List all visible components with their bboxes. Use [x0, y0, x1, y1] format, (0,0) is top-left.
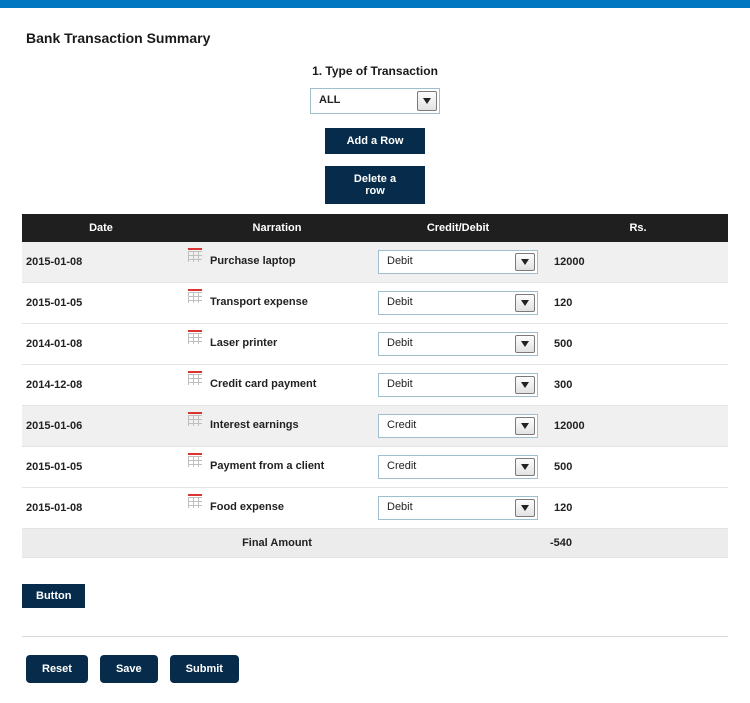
- cell-date: 2015-01-08: [22, 242, 182, 283]
- calendar-icon[interactable]: [188, 371, 202, 385]
- top-accent-bar: [0, 0, 750, 8]
- table-row: 2014-12-08 Credit card payment Debit 300: [22, 365, 728, 406]
- cell-credit-debit: Debit: [372, 488, 544, 529]
- cell-amount: 300: [544, 365, 728, 406]
- cell-credit-debit: Credit: [372, 447, 544, 488]
- credit-debit-value: Credit: [379, 415, 513, 437]
- table-row: 2014-01-08 Laser printer Debit 500: [22, 324, 728, 365]
- transaction-type-label: 1. Type of Transaction: [22, 64, 728, 88]
- cell-narration: Interest earnings: [182, 406, 372, 447]
- col-credit-debit: Credit/Debit: [372, 214, 544, 242]
- cell-credit-debit: Debit: [372, 242, 544, 283]
- calendar-icon[interactable]: [188, 412, 202, 426]
- table-row: 2015-01-08 Purchase laptop Debit 12000: [22, 242, 728, 283]
- cell-amount: 500: [544, 324, 728, 365]
- calendar-icon[interactable]: [188, 289, 202, 303]
- credit-debit-value: Debit: [379, 374, 513, 396]
- chevron-down-icon[interactable]: [417, 91, 437, 111]
- credit-debit-value: Credit: [379, 456, 513, 478]
- cell-amount: 12000: [544, 242, 728, 283]
- chevron-down-icon[interactable]: [515, 253, 535, 271]
- transaction-type-select[interactable]: ALL: [310, 88, 440, 114]
- cell-narration: Credit card payment: [182, 365, 372, 406]
- chevron-down-icon[interactable]: [515, 335, 535, 353]
- cell-amount: 12000: [544, 406, 728, 447]
- final-amount-label: Final Amount: [182, 529, 372, 558]
- transactions-table: Date Narration Credit/Debit Rs. 2015-01-…: [22, 214, 728, 558]
- table-row: 2015-01-06 Interest earnings Credit 12000: [22, 406, 728, 447]
- cell-amount: 120: [544, 488, 728, 529]
- transaction-type-value: ALL: [311, 89, 415, 113]
- page-title: Bank Transaction Summary: [22, 8, 728, 64]
- cell-credit-debit: Debit: [372, 365, 544, 406]
- reset-button[interactable]: Reset: [26, 655, 88, 683]
- cell-date: 2015-01-08: [22, 488, 182, 529]
- calendar-icon[interactable]: [188, 453, 202, 467]
- cell-credit-debit: Debit: [372, 283, 544, 324]
- chevron-down-icon[interactable]: [515, 458, 535, 476]
- col-narration: Narration: [182, 214, 372, 242]
- narration-text: Credit card payment: [210, 378, 316, 390]
- final-amount-row: Final Amount -540: [22, 529, 728, 558]
- calendar-icon[interactable]: [188, 248, 202, 262]
- cell-amount: 500: [544, 447, 728, 488]
- chevron-down-icon[interactable]: [515, 417, 535, 435]
- cell-date: 2015-01-06: [22, 406, 182, 447]
- cell-narration: Payment from a client: [182, 447, 372, 488]
- credit-debit-value: Debit: [379, 333, 513, 355]
- narration-text: Food expense: [210, 501, 284, 513]
- cell-date: 2014-12-08: [22, 365, 182, 406]
- table-row: 2015-01-05 Payment from a client Credit 500: [22, 447, 728, 488]
- add-row-button[interactable]: Add a Row: [325, 128, 425, 154]
- credit-debit-select[interactable]: Debit: [378, 291, 538, 315]
- narration-text: Laser printer: [210, 337, 277, 349]
- credit-debit-value: Debit: [379, 497, 513, 519]
- narration-text: Payment from a client: [210, 460, 324, 472]
- cell-narration: Laser printer: [182, 324, 372, 365]
- credit-debit-select[interactable]: Debit: [378, 373, 538, 397]
- submit-button[interactable]: Submit: [170, 655, 239, 683]
- final-amount-value: -540: [544, 529, 728, 558]
- table-row: 2015-01-05 Transport expense Debit 120: [22, 283, 728, 324]
- narration-text: Transport expense: [210, 296, 308, 308]
- narration-text: Purchase laptop: [210, 255, 296, 267]
- cell-date: 2014-01-08: [22, 324, 182, 365]
- cell-amount: 120: [544, 283, 728, 324]
- cell-narration: Food expense: [182, 488, 372, 529]
- credit-debit-value: Debit: [379, 251, 513, 273]
- cell-credit-debit: Credit: [372, 406, 544, 447]
- calendar-icon[interactable]: [188, 494, 202, 508]
- table-row: 2015-01-08 Food expense Debit 120: [22, 488, 728, 529]
- credit-debit-select[interactable]: Debit: [378, 250, 538, 274]
- cell-narration: Purchase laptop: [182, 242, 372, 283]
- credit-debit-select[interactable]: Credit: [378, 455, 538, 479]
- credit-debit-select[interactable]: Debit: [378, 332, 538, 356]
- credit-debit-select[interactable]: Debit: [378, 496, 538, 520]
- save-button[interactable]: Save: [100, 655, 158, 683]
- chevron-down-icon[interactable]: [515, 376, 535, 394]
- cell-credit-debit: Debit: [372, 324, 544, 365]
- narration-text: Interest earnings: [210, 419, 299, 431]
- chevron-down-icon[interactable]: [515, 499, 535, 517]
- cell-date: 2015-01-05: [22, 447, 182, 488]
- calendar-icon[interactable]: [188, 330, 202, 344]
- page-container: Bank Transaction Summary 1. Type of Tran…: [0, 8, 750, 703]
- cell-narration: Transport expense: [182, 283, 372, 324]
- chevron-down-icon[interactable]: [515, 294, 535, 312]
- generic-button[interactable]: Button: [22, 584, 85, 608]
- credit-debit-select[interactable]: Credit: [378, 414, 538, 438]
- credit-debit-value: Debit: [379, 292, 513, 314]
- col-date: Date: [22, 214, 182, 242]
- delete-row-button[interactable]: Delete a row: [325, 166, 425, 204]
- cell-date: 2015-01-05: [22, 283, 182, 324]
- separator: [22, 636, 728, 637]
- table-header-row: Date Narration Credit/Debit Rs.: [22, 214, 728, 242]
- col-amount: Rs.: [544, 214, 728, 242]
